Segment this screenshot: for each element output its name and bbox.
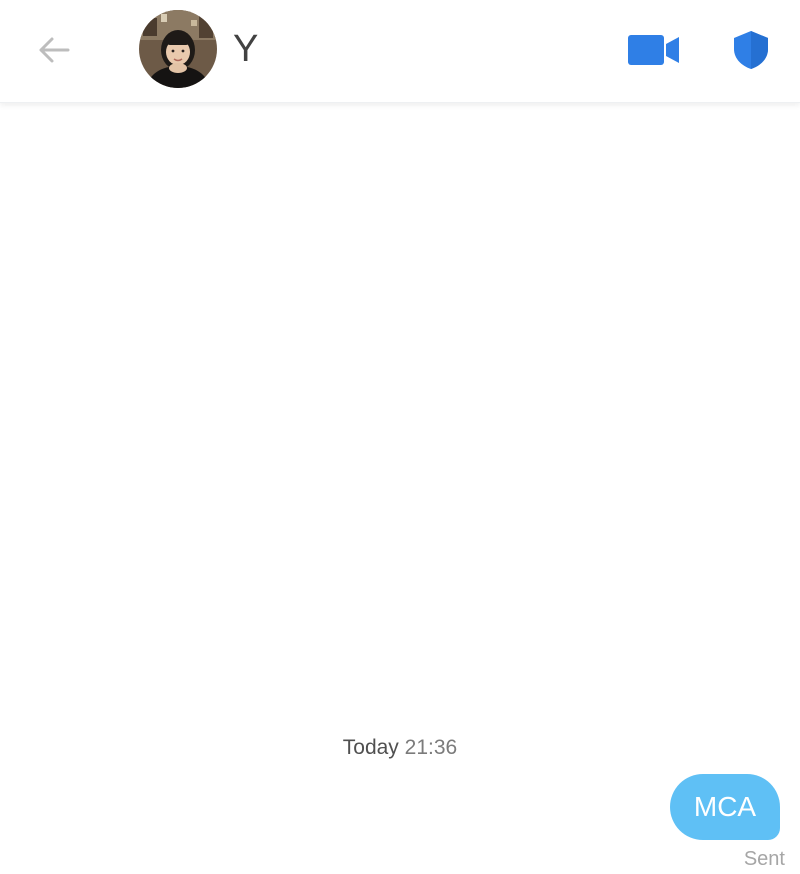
timestamp-time: 21:36 — [404, 736, 458, 759]
outgoing-message-bubble[interactable]: MCA — [670, 774, 780, 840]
message-text: MCA — [693, 791, 757, 822]
message-timestamp: Today 21:36 — [0, 735, 800, 761]
shield-icon — [734, 31, 768, 69]
delivery-status: Sent — [743, 848, 785, 870]
chat-header: Y — [0, 0, 800, 103]
safety-button[interactable] — [730, 26, 772, 74]
avatar[interactable] — [139, 10, 217, 88]
video-camera-icon — [628, 35, 679, 65]
timestamp-day: Today — [342, 736, 399, 759]
contact-name[interactable]: Y — [233, 27, 258, 71]
video-call-button[interactable] — [626, 30, 682, 70]
arrow-left-icon — [39, 37, 70, 63]
back-button[interactable] — [30, 26, 78, 74]
chat-screen: Y Today 21:36 MCA Sent — [0, 0, 800, 874]
